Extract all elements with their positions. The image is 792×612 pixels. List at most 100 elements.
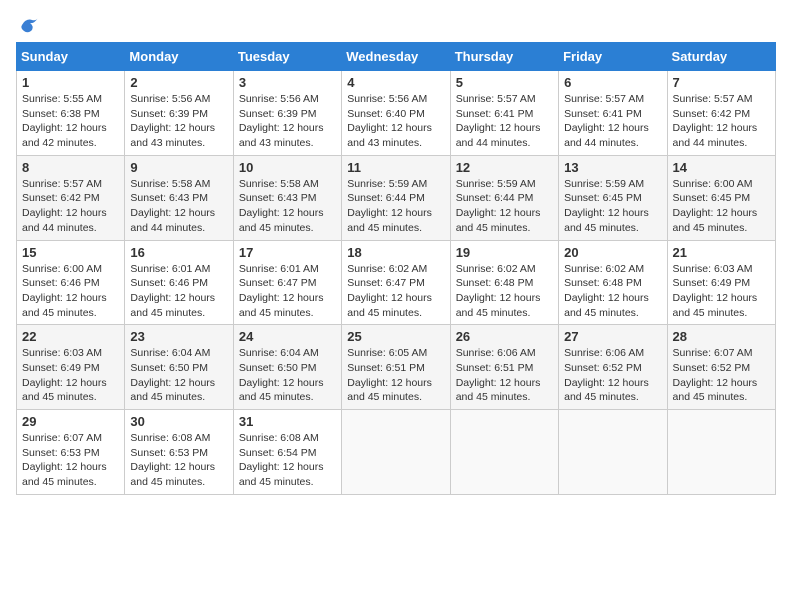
calendar-cell: 20 Sunrise: 6:02 AMSunset: 6:48 PMDayligh…: [559, 240, 667, 325]
calendar-cell: 11 Sunrise: 5:59 AMSunset: 6:44 PMDayligh…: [342, 155, 450, 240]
weekday-header-cell: Saturday: [667, 43, 775, 71]
calendar-cell: 10 Sunrise: 5:58 AMSunset: 6:43 PMDayligh…: [233, 155, 341, 240]
calendar-cell: 5Sunrise: 5:57 AMSunset: 6:41 PMDaylight…: [450, 71, 558, 156]
cell-content: Sunrise: 5:55 AMSunset: 6:38 PMDaylight:…: [22, 92, 119, 151]
calendar-cell: 12Sunrise: 5:59 AMSunset: 6:44 PMDayligh…: [450, 155, 558, 240]
cell-content: Sunrise: 6:07 AMSunset: 6:52 PMDaylight:…: [673, 346, 770, 405]
calendar-cell: 25 Sunrise: 6:05 AMSunset: 6:51 PMDayligh…: [342, 325, 450, 410]
calendar-cell: 16Sunrise: 6:01 AMSunset: 6:46 PMDayligh…: [125, 240, 233, 325]
cell-content: Sunrise: 6:02 AMSunset: 6:47 PMDaylight:…: [347, 262, 444, 321]
cell-content: Sunrise: 6:02 AMSunset: 6:48 PMDaylight:…: [456, 262, 553, 321]
calendar-cell: 26Sunrise: 6:06 AMSunset: 6:51 PMDayligh…: [450, 325, 558, 410]
day-number: 24: [239, 329, 336, 344]
calendar-cell: 28 Sunrise: 6:07 AMSunset: 6:52 PMDayligh…: [667, 325, 775, 410]
calendar-cell: 9 Sunrise: 5:58 AMSunset: 6:43 PMDaylight…: [125, 155, 233, 240]
cell-content: Sunrise: 5:59 AMSunset: 6:45 PMDaylight:…: [564, 177, 661, 236]
day-number: 4: [347, 75, 444, 90]
cell-content: Sunrise: 6:06 AMSunset: 6:51 PMDaylight:…: [456, 346, 553, 405]
day-number: 31: [239, 414, 336, 429]
day-number: 2: [130, 75, 227, 90]
calendar-table: SundayMondayTuesdayWednesdayThursdayFrid…: [16, 42, 776, 495]
cell-content: Sunrise: 6:01 AMSunset: 6:47 PMDaylight:…: [239, 262, 336, 321]
calendar-body: 1 Sunrise: 5:55 AMSunset: 6:38 PMDaylight…: [17, 71, 776, 495]
logo: [16, 16, 40, 34]
day-number: 1: [22, 75, 119, 90]
calendar-cell: 3 Sunrise: 5:56 AMSunset: 6:39 PMDaylight…: [233, 71, 341, 156]
day-number: 25: [347, 329, 444, 344]
cell-content: Sunrise: 6:02 AMSunset: 6:48 PMDaylight:…: [564, 262, 661, 321]
cell-content: Sunrise: 6:03 AMSunset: 6:49 PMDaylight:…: [22, 346, 119, 405]
calendar-cell: [667, 410, 775, 495]
calendar-cell: [559, 410, 667, 495]
cell-content: Sunrise: 5:56 AMSunset: 6:40 PMDaylight:…: [347, 92, 444, 151]
day-number: 3: [239, 75, 336, 90]
cell-content: Sunrise: 6:04 AMSunset: 6:50 PMDaylight:…: [130, 346, 227, 405]
calendar-cell: 27 Sunrise: 6:06 AMSunset: 6:52 PMDayligh…: [559, 325, 667, 410]
calendar-cell: 6 Sunrise: 5:57 AMSunset: 6:41 PMDaylight…: [559, 71, 667, 156]
calendar-cell: [450, 410, 558, 495]
calendar-cell: 23 Sunrise: 6:04 AMSunset: 6:50 PMDayligh…: [125, 325, 233, 410]
cell-content: Sunrise: 5:56 AMSunset: 6:39 PMDaylight:…: [130, 92, 227, 151]
cell-content: Sunrise: 6:06 AMSunset: 6:52 PMDaylight:…: [564, 346, 661, 405]
cell-content: Sunrise: 5:59 AMSunset: 6:44 PMDaylight:…: [347, 177, 444, 236]
calendar-cell: 19 Sunrise: 6:02 AMSunset: 6:48 PMDayligh…: [450, 240, 558, 325]
cell-content: Sunrise: 5:57 AMSunset: 6:42 PMDaylight:…: [673, 92, 770, 151]
cell-content: Sunrise: 6:07 AMSunset: 6:53 PMDaylight:…: [22, 431, 119, 490]
day-number: 7: [673, 75, 770, 90]
calendar-cell: 1 Sunrise: 5:55 AMSunset: 6:38 PMDaylight…: [17, 71, 125, 156]
cell-content: Sunrise: 5:57 AMSunset: 6:41 PMDaylight:…: [456, 92, 553, 151]
day-number: 18: [347, 245, 444, 260]
cell-content: Sunrise: 6:01 AMSunset: 6:46 PMDaylight:…: [130, 262, 227, 321]
day-number: 29: [22, 414, 119, 429]
calendar-cell: 15Sunrise: 6:00 AMSunset: 6:46 PMDayligh…: [17, 240, 125, 325]
calendar-cell: 17 Sunrise: 6:01 AMSunset: 6:47 PMDayligh…: [233, 240, 341, 325]
calendar-cell: 7 Sunrise: 5:57 AMSunset: 6:42 PMDaylight…: [667, 71, 775, 156]
cell-content: Sunrise: 5:58 AMSunset: 6:43 PMDaylight:…: [130, 177, 227, 236]
day-number: 17: [239, 245, 336, 260]
cell-content: Sunrise: 6:08 AMSunset: 6:53 PMDaylight:…: [130, 431, 227, 490]
day-number: 9: [130, 160, 227, 175]
day-number: 28: [673, 329, 770, 344]
day-number: 14: [673, 160, 770, 175]
day-number: 11: [347, 160, 444, 175]
day-number: 13: [564, 160, 661, 175]
calendar-cell: [342, 410, 450, 495]
calendar-cell: 31 Sunrise: 6:08 AMSunset: 6:54 PMDayligh…: [233, 410, 341, 495]
day-number: 12: [456, 160, 553, 175]
calendar-week-row: 8Sunrise: 5:57 AMSunset: 6:42 PMDaylight…: [17, 155, 776, 240]
calendar-cell: 18 Sunrise: 6:02 AMSunset: 6:47 PMDayligh…: [342, 240, 450, 325]
day-number: 22: [22, 329, 119, 344]
cell-content: Sunrise: 5:58 AMSunset: 6:43 PMDaylight:…: [239, 177, 336, 236]
day-number: 20: [564, 245, 661, 260]
calendar-cell: 2 Sunrise: 5:56 AMSunset: 6:39 PMDaylight…: [125, 71, 233, 156]
calendar-cell: 22 Sunrise: 6:03 AMSunset: 6:49 PMDayligh…: [17, 325, 125, 410]
calendar-cell: 29 Sunrise: 6:07 AMSunset: 6:53 PMDayligh…: [17, 410, 125, 495]
calendar-cell: 13 Sunrise: 5:59 AMSunset: 6:45 PMDayligh…: [559, 155, 667, 240]
day-number: 10: [239, 160, 336, 175]
cell-content: Sunrise: 6:00 AMSunset: 6:46 PMDaylight:…: [22, 262, 119, 321]
day-number: 21: [673, 245, 770, 260]
cell-content: Sunrise: 6:03 AMSunset: 6:49 PMDaylight:…: [673, 262, 770, 321]
calendar-cell: 24 Sunrise: 6:04 AMSunset: 6:50 PMDayligh…: [233, 325, 341, 410]
calendar-cell: 30Sunrise: 6:08 AMSunset: 6:53 PMDayligh…: [125, 410, 233, 495]
calendar-week-row: 15Sunrise: 6:00 AMSunset: 6:46 PMDayligh…: [17, 240, 776, 325]
cell-content: Sunrise: 6:05 AMSunset: 6:51 PMDaylight:…: [347, 346, 444, 405]
day-number: 27: [564, 329, 661, 344]
day-number: 19: [456, 245, 553, 260]
cell-content: Sunrise: 6:08 AMSunset: 6:54 PMDaylight:…: [239, 431, 336, 490]
weekday-header-row: SundayMondayTuesdayWednesdayThursdayFrid…: [17, 43, 776, 71]
cell-content: Sunrise: 5:57 AMSunset: 6:41 PMDaylight:…: [564, 92, 661, 151]
calendar-week-row: 29 Sunrise: 6:07 AMSunset: 6:53 PMDayligh…: [17, 410, 776, 495]
weekday-header-cell: Monday: [125, 43, 233, 71]
cell-content: Sunrise: 6:00 AMSunset: 6:45 PMDaylight:…: [673, 177, 770, 236]
header: [16, 16, 776, 34]
calendar-cell: 8Sunrise: 5:57 AMSunset: 6:42 PMDaylight…: [17, 155, 125, 240]
calendar-cell: 14 Sunrise: 6:00 AMSunset: 6:45 PMDayligh…: [667, 155, 775, 240]
calendar-week-row: 22 Sunrise: 6:03 AMSunset: 6:49 PMDayligh…: [17, 325, 776, 410]
cell-content: Sunrise: 5:56 AMSunset: 6:39 PMDaylight:…: [239, 92, 336, 151]
weekday-header-cell: Tuesday: [233, 43, 341, 71]
cell-content: Sunrise: 6:04 AMSunset: 6:50 PMDaylight:…: [239, 346, 336, 405]
cell-content: Sunrise: 5:57 AMSunset: 6:42 PMDaylight:…: [22, 177, 119, 236]
day-number: 23: [130, 329, 227, 344]
day-number: 6: [564, 75, 661, 90]
